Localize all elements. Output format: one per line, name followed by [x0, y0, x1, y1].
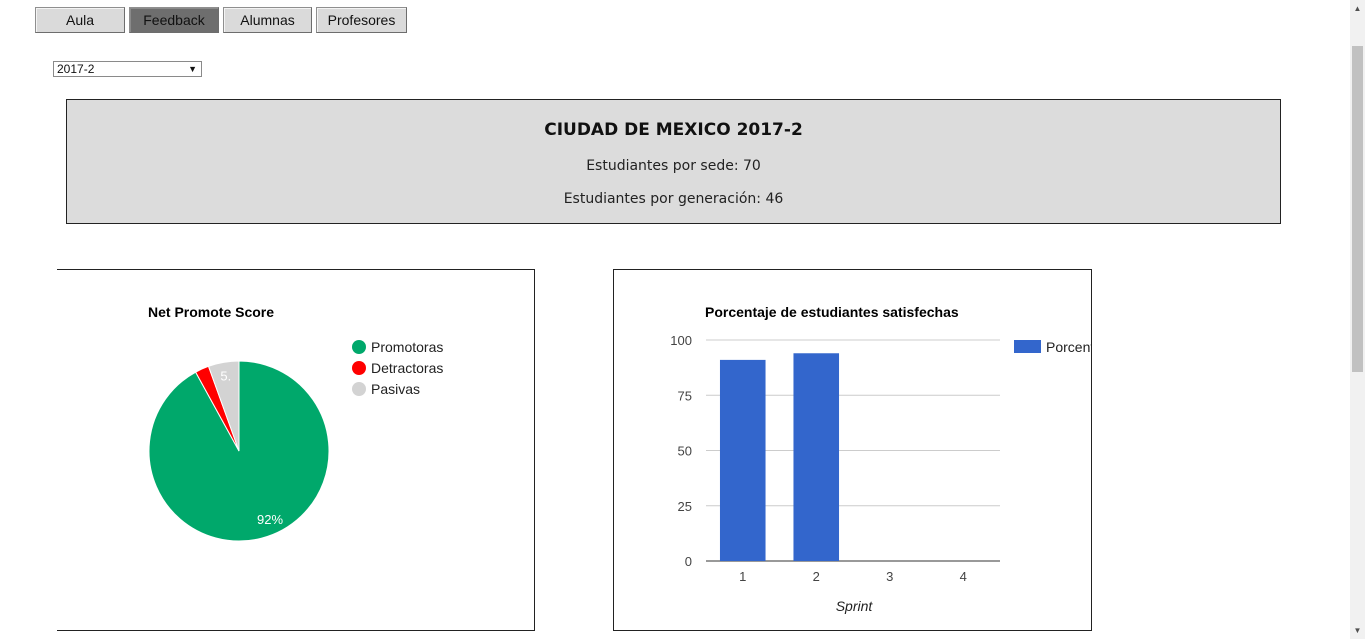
summary-panel: CIUDAD DE MEXICO 2017-2 Estudiantes por …	[66, 99, 1281, 224]
scroll-up-icon[interactable]: ▲	[1350, 0, 1365, 17]
satisfaction-bar-chart: Porcentaje de estudiantes satisfechas 0 2…	[670, 304, 1091, 614]
bar-chart-title: Porcentaje de estudiantes satisfechas	[705, 304, 959, 320]
y-tick-label: 25	[678, 499, 692, 514]
tab-profesores[interactable]: Profesores	[316, 7, 407, 33]
legend-marker-detractoras	[352, 361, 366, 375]
students-by-campus: Estudiantes por sede: 70	[586, 158, 761, 174]
tab-aula[interactable]: Aula	[35, 7, 125, 33]
tab-alumnas[interactable]: Alumnas	[223, 7, 312, 33]
x-tick-label: 1	[739, 569, 746, 584]
legend-label-promotoras[interactable]: Promotoras	[371, 339, 443, 355]
legend-label-detractoras[interactable]: Detractoras	[371, 360, 443, 376]
bar-chart-xlabel: Sprint	[836, 598, 874, 614]
x-tick-label: 3	[886, 569, 893, 584]
y-tick-label: 75	[678, 388, 692, 403]
nps-chart-card: Net Promote Score 92% 5. Promotoras Detrac…	[57, 269, 535, 631]
x-tick-label: 4	[960, 569, 967, 584]
students-by-generation: Estudiantes por generación: 46	[563, 191, 784, 207]
y-tick-label: 0	[685, 554, 692, 569]
dropdown-arrow-icon: ▼	[188, 64, 197, 74]
nps-pie-chart: Net Promote Score 92% 5. Promotoras Detrac…	[148, 304, 443, 542]
bar-sprint-2[interactable]	[793, 353, 840, 561]
x-tick-label: 2	[813, 569, 820, 584]
pie-chart-title: Net Promote Score	[148, 304, 274, 320]
generation-select[interactable]: 2017-2 ▼	[53, 61, 202, 77]
y-tick-label: 50	[678, 444, 692, 459]
tab-feedback[interactable]: Feedback	[129, 7, 219, 33]
main-nav: Aula Feedback Alumnas Profesores	[35, 7, 407, 33]
satisfaction-chart-card: Porcentaje de estudiantes satisfechas 0 2…	[613, 269, 1092, 631]
summary-title: CIUDAD DE MEXICO 2017-2	[544, 120, 803, 140]
pie-slice-value-label: 5.	[220, 369, 231, 384]
legend-label-porcent[interactable]: Porcent	[1046, 339, 1091, 355]
scroll-down-icon[interactable]: ▼	[1350, 622, 1365, 639]
scrollbar-thumb[interactable]	[1352, 46, 1363, 372]
bar-sprint-1[interactable]	[719, 359, 766, 561]
legend-marker-porcent	[1014, 340, 1041, 353]
generation-select-value: 2017-2	[57, 62, 95, 76]
page-scrollbar[interactable]: ▲ ▼	[1350, 0, 1365, 639]
legend-label-pasivas[interactable]: Pasivas	[371, 381, 420, 397]
legend-marker-promotoras	[352, 340, 366, 354]
pie-slice-value-label: 92%	[257, 512, 283, 527]
legend-marker-pasivas	[352, 382, 366, 396]
y-tick-label: 100	[670, 333, 692, 348]
